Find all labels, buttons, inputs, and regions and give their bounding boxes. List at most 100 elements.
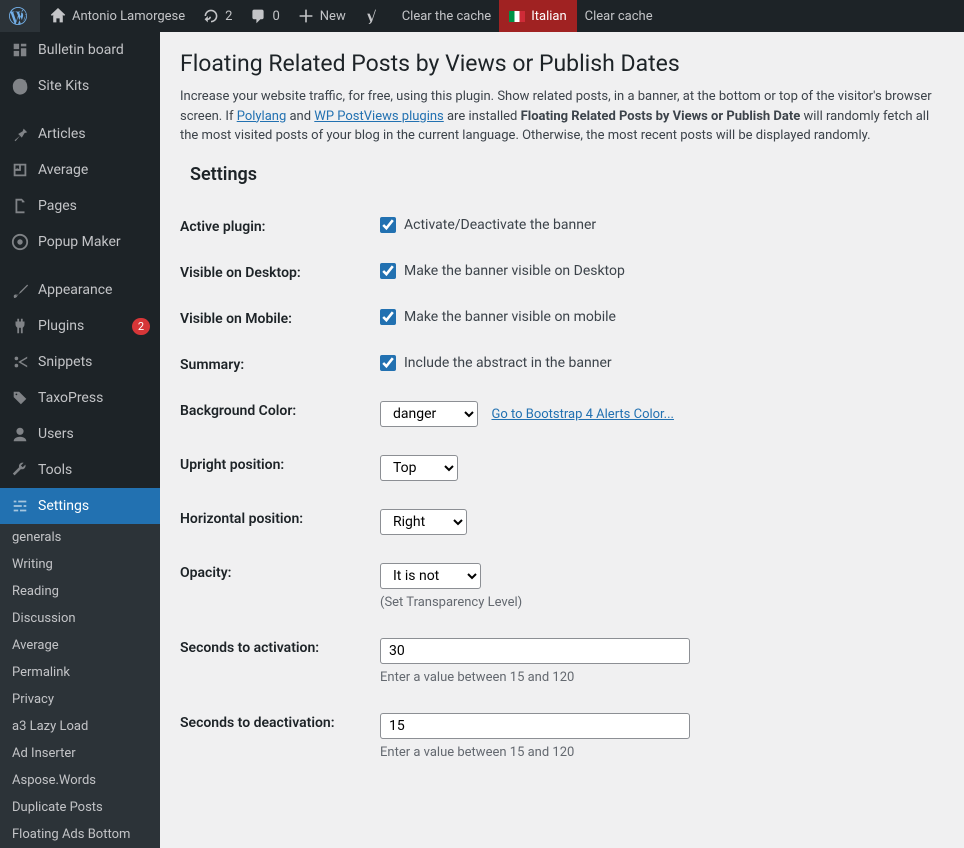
menu-label: Site Kits bbox=[38, 78, 150, 94]
label-horizontal: Horizontal position: bbox=[180, 509, 380, 527]
label-sec-deactivate: Seconds to deactivation: bbox=[180, 713, 380, 731]
label-sec-activate: Seconds to activation: bbox=[180, 638, 380, 656]
wordpress-icon bbox=[8, 6, 28, 26]
select-opacity[interactable]: It is not bbox=[380, 563, 481, 589]
label-active-plugin: Active plugin: bbox=[180, 217, 380, 235]
checkbox-active-plugin[interactable] bbox=[380, 217, 396, 233]
submenu-floating-ads-bottom[interactable]: Floating Ads Bottom bbox=[0, 821, 160, 848]
label-visible-mobile: Visible on Mobile: bbox=[180, 309, 380, 327]
new-content[interactable]: New bbox=[288, 0, 354, 32]
menu-users[interactable]: Users bbox=[0, 416, 160, 452]
bootstrap-colors-link[interactable]: Go to Bootstrap 4 Alerts Color... bbox=[491, 407, 673, 422]
update-icon bbox=[201, 6, 221, 26]
page-title: Floating Related Posts by Views or Publi… bbox=[180, 50, 944, 77]
label-summary: Summary: bbox=[180, 355, 380, 373]
menu-label: Tools bbox=[38, 462, 150, 478]
submenu-ad-inserter[interactable]: Ad Inserter bbox=[0, 740, 160, 767]
select-horizontal[interactable]: Right bbox=[380, 509, 467, 535]
wp-postviews-link[interactable]: WP PostViews plugins bbox=[314, 109, 443, 124]
brush-icon bbox=[10, 280, 30, 300]
menu-bulletin-board[interactable]: Bulletin board bbox=[0, 32, 160, 68]
menu-articles[interactable]: Articles bbox=[0, 116, 160, 152]
menu-plugins[interactable]: Plugins 2 bbox=[0, 308, 160, 344]
yoast-icon bbox=[362, 6, 382, 26]
menu-label: Settings bbox=[38, 498, 150, 514]
submenu-permalink[interactable]: Permalink bbox=[0, 659, 160, 686]
menu-label: Users bbox=[38, 426, 150, 442]
menu-label: Snippets bbox=[38, 354, 150, 370]
settings-submenu: generals Writing Reading Discussion Aver… bbox=[0, 524, 160, 848]
media-icon bbox=[10, 160, 30, 180]
checkbox-summary[interactable] bbox=[380, 355, 396, 371]
clear-cache-1[interactable]: Clear the cache bbox=[394, 0, 499, 32]
page-icon bbox=[10, 196, 30, 216]
pin-icon bbox=[10, 124, 30, 144]
submenu-privacy[interactable]: Privacy bbox=[0, 686, 160, 713]
menu-label: Plugins bbox=[38, 318, 128, 334]
dashboard-icon bbox=[10, 40, 30, 60]
clear-cache2-label: Clear cache bbox=[585, 9, 653, 24]
site-name[interactable]: Antonio Lamorgese bbox=[40, 0, 193, 32]
menu-label: Pages bbox=[38, 198, 150, 214]
submenu-duplicate-posts[interactable]: Duplicate Posts bbox=[0, 794, 160, 821]
checkbox-visible-mobile[interactable] bbox=[380, 309, 396, 325]
checkbox-visible-desktop[interactable] bbox=[380, 263, 396, 279]
intro-text: Increase your website traffic, for free,… bbox=[180, 87, 944, 146]
menu-average[interactable]: Average bbox=[0, 152, 160, 188]
yoast[interactable] bbox=[354, 0, 394, 32]
wp-logo[interactable] bbox=[0, 0, 40, 32]
menu-label: Average bbox=[38, 162, 150, 178]
label-bg-color: Background Color: bbox=[180, 401, 380, 419]
menu-site-kits[interactable]: Site Kits bbox=[0, 68, 160, 104]
plugins-badge: 2 bbox=[132, 318, 150, 335]
wrench-icon bbox=[10, 460, 30, 480]
menu-label: TaxoPress bbox=[38, 390, 150, 406]
menu-tools[interactable]: Tools bbox=[0, 452, 160, 488]
target-icon bbox=[10, 232, 30, 252]
submenu-discussion[interactable]: Discussion bbox=[0, 605, 160, 632]
scissors-icon bbox=[10, 352, 30, 372]
help-opacity: (Set Transparency Level) bbox=[380, 595, 944, 610]
label-opacity: Opacity: bbox=[180, 563, 380, 581]
submenu-writing[interactable]: Writing bbox=[0, 551, 160, 578]
home-icon bbox=[48, 6, 68, 26]
submenu-reading[interactable]: Reading bbox=[0, 578, 160, 605]
menu-label: Appearance bbox=[38, 282, 150, 298]
menu-settings[interactable]: Settings bbox=[0, 488, 160, 524]
tag-icon bbox=[10, 388, 30, 408]
submenu-aspose-words[interactable]: Aspose.Words bbox=[0, 767, 160, 794]
menu-taxopress[interactable]: TaxoPress bbox=[0, 380, 160, 416]
site-name-text: Antonio Lamorgese bbox=[72, 9, 185, 24]
menu-popup-maker[interactable]: Popup Maker bbox=[0, 224, 160, 260]
admin-sidebar: Bulletin board Site Kits Articles Averag… bbox=[0, 32, 160, 848]
menu-appearance[interactable]: Appearance bbox=[0, 272, 160, 308]
google-icon bbox=[10, 76, 30, 96]
submenu-average[interactable]: Average bbox=[0, 632, 160, 659]
menu-pages[interactable]: Pages bbox=[0, 188, 160, 224]
sliders-icon bbox=[10, 496, 30, 516]
user-icon bbox=[10, 424, 30, 444]
menu-snippets[interactable]: Snippets bbox=[0, 344, 160, 380]
updates[interactable]: 2 bbox=[193, 0, 240, 32]
select-upright[interactable]: Top bbox=[380, 455, 458, 481]
italian-label: Italian bbox=[531, 9, 566, 24]
italian-flag-icon bbox=[509, 11, 525, 22]
plus-icon bbox=[296, 6, 316, 26]
language-italian[interactable]: Italian bbox=[499, 0, 576, 32]
select-bg-color[interactable]: danger bbox=[380, 401, 478, 427]
polylang-link[interactable]: Polylang bbox=[237, 109, 287, 124]
new-label: New bbox=[320, 9, 346, 24]
clear-cache-2[interactable]: Clear cache bbox=[577, 0, 661, 32]
plugin-icon bbox=[10, 316, 30, 336]
submenu-a3-lazy-load[interactable]: a3 Lazy Load bbox=[0, 713, 160, 740]
menu-label: Popup Maker bbox=[38, 234, 150, 250]
comments[interactable]: 0 bbox=[240, 0, 287, 32]
settings-heading: Settings bbox=[190, 164, 944, 185]
input-sec-deactivate[interactable] bbox=[380, 713, 690, 739]
admin-toolbar: Antonio Lamorgese 2 0 New Clear the cach… bbox=[0, 0, 964, 32]
menu-label: Bulletin board bbox=[38, 42, 150, 58]
submenu-generals[interactable]: generals bbox=[0, 524, 160, 551]
comments-count: 0 bbox=[272, 9, 279, 24]
input-sec-activate[interactable] bbox=[380, 638, 690, 664]
updates-count: 2 bbox=[225, 9, 232, 24]
